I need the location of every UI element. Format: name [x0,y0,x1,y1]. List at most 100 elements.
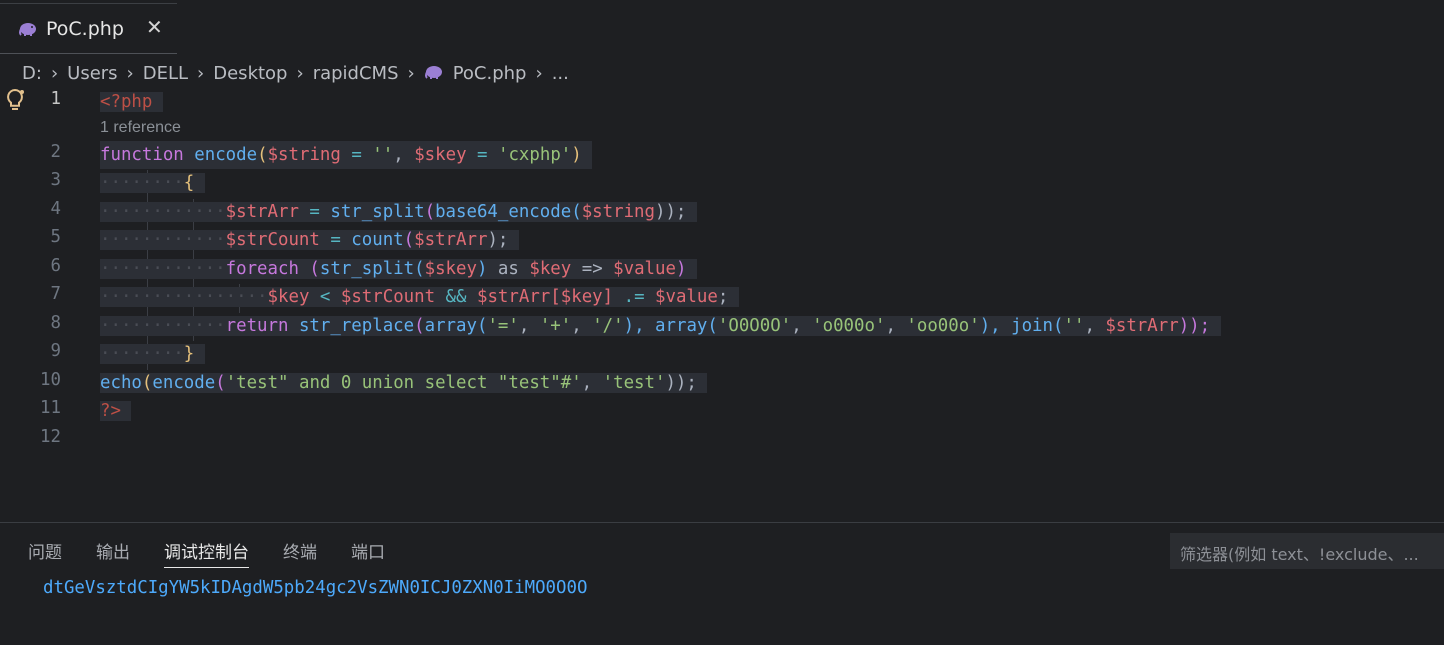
string: '' [1063,316,1085,336]
paren: ( [476,316,488,336]
tab-poc-php[interactable]: PoC.php ✕ [0,3,177,54]
paren: ) [476,259,498,279]
paren: ( [571,202,582,222]
comma: , [885,316,907,336]
tab-label: PoC.php [46,18,124,40]
paren: ( [707,316,718,336]
paren: ( [414,316,425,336]
tab-debug-console[interactable]: 调试控制台 [164,538,249,568]
close-icon[interactable]: ✕ [146,17,163,37]
operator: = [319,230,352,250]
line-number: 7 [50,284,61,304]
variable: $value [613,259,676,279]
variable: $strArr [1105,316,1179,336]
paren: ), [979,316,1012,336]
string: 'oo00o' [906,316,980,336]
function-call: join [1011,316,1053,336]
paren: ( [414,259,425,279]
variable: $strArr [225,202,299,222]
chevron-right-icon: › [535,62,543,84]
debug-console-output: dtGeVsztdCIgYW5kIDAgdW5pb24gc2VsZWN0ICJ0… [43,578,588,598]
paren: ( [1053,316,1064,336]
function-call: str_replace [298,316,415,336]
string: '/' [592,316,624,336]
line-number: 3 [50,170,61,190]
tab-terminal[interactable]: 终端 [283,538,317,568]
string: 'O0O0O' [717,316,792,336]
breadcrumb-item-rapidcms[interactable]: rapidCMS [313,63,399,84]
tab-ports[interactable]: 端口 [351,538,385,568]
comma: , [791,316,813,336]
bracket: [ [550,287,561,307]
variable: $string [267,145,341,165]
function-call: str_split [319,259,415,279]
operator: && [435,287,477,307]
breadcrumb-item-symbols[interactable]: ... [552,63,569,84]
string: 'test' [602,373,666,393]
keyword: return [225,316,289,336]
operator: = [340,145,373,165]
code-line-2: function encode($string = '', $skey = 'c… [100,141,593,169]
comma: , [581,373,603,393]
brace: { [183,173,195,193]
string: 'o000o' [812,316,886,336]
paren: ) [571,145,582,165]
breadcrumb-item-file[interactable]: PoC.php [453,63,527,84]
line-number: 1 [50,89,61,109]
breadcrumb-item-dell[interactable]: DELL [143,63,188,84]
line-number: 2 [50,142,61,162]
variable: $strArr [414,230,488,250]
chevron-right-icon: › [50,62,59,84]
operator: => [571,259,614,279]
function-call: count [351,230,404,250]
breadcrumb-item-users[interactable]: Users [67,63,117,84]
panel-tabs: 问题 输出 调试控制台 终端 端口 [28,538,419,568]
code-line-5: ············$strCount = count($strArr); [100,226,519,254]
code-line-3: ········{ [100,169,205,197]
line-number: 6 [50,256,61,276]
string: '+' [539,316,572,336]
function-call: encode [152,373,216,393]
filter-input[interactable]: 筛选器(例如 text、!exclude、... [1170,533,1444,569]
paren: ( [298,259,320,279]
function-call: array [424,316,477,336]
code-line-11: ?> [100,397,132,425]
code-line-6: ············foreach (str_split($skey) as… [100,255,697,283]
variable: $strCount [225,230,320,250]
variable: $strCount [340,287,436,307]
punctuation: )); [665,373,697,393]
keyword: function [100,145,184,165]
code-line-1: <?php [100,88,163,116]
chevron-right-icon: › [407,62,415,84]
tab-problems[interactable]: 问题 [28,538,62,568]
punctuation: )); [1178,316,1211,336]
line-number: 10 [40,370,61,390]
string: 'cxphp' [497,145,572,165]
php-close-tag: ?> [100,401,121,421]
codelens-references[interactable]: 1 reference [100,119,181,137]
tab-accent [0,3,177,4]
breadcrumb-item-desktop[interactable]: Desktop [213,63,287,84]
variable: $string [581,202,655,222]
comma: , [518,316,540,336]
variable: $skey [424,259,477,279]
code-line-9: ········} [100,340,205,368]
code-editor[interactable]: 1 2 3 4 5 6 7 8 9 10 11 12 <?php 1 refer… [0,88,1444,468]
tab-output[interactable]: 输出 [96,538,130,568]
comma: , [571,316,593,336]
variable: $value [655,287,718,307]
variable: $key [529,259,572,279]
php-open-tag: <?php [100,92,153,112]
line-number: 5 [50,227,61,247]
breadcrumb-item-drive[interactable]: D: [22,63,42,84]
variable: $key [560,287,603,307]
php-elephant-icon [18,21,38,41]
function-call: array [655,316,708,336]
bracket: ] [602,287,614,307]
line-number: 8 [50,313,61,333]
punctuation: ; [717,287,729,307]
paren: ) [675,259,687,279]
vscode-window: PoC.php ✕ D: › Users › DELL › Desktop › … [0,0,1444,645]
